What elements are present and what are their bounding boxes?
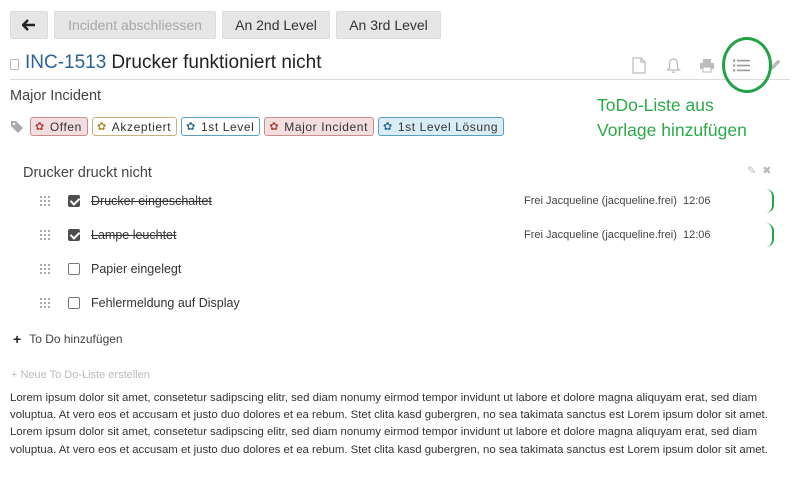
gear-icon: ✿ bbox=[186, 121, 196, 133]
ticket-icon bbox=[10, 58, 19, 70]
ticket-category: Major Incident bbox=[10, 88, 102, 104]
drag-handle-icon[interactable] bbox=[40, 264, 52, 274]
escalate-3rd-level-button[interactable]: An 3rd Level bbox=[336, 11, 441, 39]
bell-icon[interactable] bbox=[656, 55, 690, 75]
todo-checkbox[interactable] bbox=[68, 297, 80, 309]
ticket-title: Drucker funktioniert nicht bbox=[111, 52, 322, 73]
todo-checkbox[interactable] bbox=[68, 229, 80, 241]
todo-list-title: Drucker druckt nicht bbox=[23, 165, 152, 181]
annotation-mark bbox=[766, 223, 774, 247]
plus-icon: + bbox=[11, 369, 18, 381]
todo-item[interactable]: Drucker eingeschaltet Frei Jacqueline (j… bbox=[40, 189, 774, 213]
todo-text: Fehlermeldung auf Display bbox=[91, 296, 240, 310]
plus-icon: + bbox=[13, 331, 22, 347]
gear-icon: ✿ bbox=[35, 121, 45, 133]
tag-1st-level-loesung[interactable]: ✿ 1st Level Lösung bbox=[378, 117, 505, 136]
annotation-circle bbox=[722, 37, 772, 93]
drag-handle-icon[interactable] bbox=[40, 298, 52, 308]
tag-offen[interactable]: ✿ Offen bbox=[30, 117, 88, 136]
annotation-line-2: Vorlage hinzufügen bbox=[597, 120, 747, 140]
tag-1st-level[interactable]: ✿ 1st Level bbox=[181, 117, 261, 136]
todo-checkbox[interactable] bbox=[68, 263, 80, 275]
delete-list-icon[interactable]: ✖ bbox=[762, 164, 771, 177]
add-todo-button[interactable]: + To Do hinzufügen bbox=[13, 331, 123, 347]
edit-list-icon[interactable]: ✎ bbox=[747, 164, 756, 177]
annotation-mark bbox=[766, 189, 774, 213]
toolbar: Incident abschliessen An 2nd Level An 3r… bbox=[10, 11, 441, 39]
todo-list-actions: ✎ ✖ bbox=[747, 164, 771, 177]
new-todo-list-label: Neue To Do-Liste erstellen bbox=[20, 369, 150, 381]
ticket-description: Lorem ipsum dolor sit amet, consetetur s… bbox=[10, 392, 768, 456]
todo-text: Lampe leuchtet bbox=[91, 228, 177, 242]
gear-icon: ✿ bbox=[269, 121, 280, 133]
drag-handle-icon[interactable] bbox=[40, 196, 52, 206]
todo-completed-by: Frei Jacqueline (jacqueline.frei) 12:06 bbox=[524, 229, 711, 241]
annotation-line-1: ToDo-Liste aus bbox=[597, 95, 714, 115]
todo-item[interactable]: Fehlermeldung auf Display bbox=[40, 293, 740, 313]
tag-list: ✿ Offen ✿ Akzeptiert ✿ 1st Level ✿ Major Inc… bbox=[10, 117, 505, 136]
annotation-note: ToDo-Liste aus Vorlage hinzufügen bbox=[597, 93, 797, 143]
page-title: INC-1513 Drucker funktioniert nicht bbox=[10, 52, 321, 74]
add-todo-label: To Do hinzufügen bbox=[29, 332, 123, 346]
escalate-2nd-level-button[interactable]: An 2nd Level bbox=[222, 11, 330, 39]
print-icon[interactable] bbox=[690, 55, 724, 75]
todo-item[interactable]: Papier eingelegt bbox=[40, 259, 740, 279]
tag-icon bbox=[11, 120, 23, 133]
todo-text: Papier eingelegt bbox=[91, 262, 182, 276]
gear-icon: ✿ bbox=[96, 121, 107, 133]
back-button[interactable] bbox=[10, 11, 48, 39]
todo-text: Drucker eingeschaltet bbox=[91, 194, 212, 208]
new-todo-list-button[interactable]: + Neue To Do-Liste erstellen bbox=[11, 369, 150, 381]
todo-checkbox[interactable] bbox=[68, 195, 80, 207]
tag-akzeptiert[interactable]: ✿ Akzeptiert bbox=[91, 117, 178, 136]
title-divider bbox=[10, 79, 790, 80]
drag-handle-icon[interactable] bbox=[40, 230, 52, 240]
ticket-id: INC-1513 bbox=[25, 52, 107, 73]
arrow-left-icon bbox=[22, 19, 35, 31]
todo-item[interactable]: Lampe leuchtet Frei Jacqueline (jacqueli… bbox=[40, 223, 774, 247]
tag-major-incident[interactable]: ✿ Major Incident bbox=[264, 117, 375, 136]
gear-icon: ✿ bbox=[383, 121, 393, 133]
todo-completed-by: Frei Jacqueline (jacqueline.frei) 12:06 bbox=[524, 195, 711, 207]
close-incident-button[interactable]: Incident abschliessen bbox=[54, 11, 216, 39]
document-icon[interactable] bbox=[622, 55, 656, 75]
